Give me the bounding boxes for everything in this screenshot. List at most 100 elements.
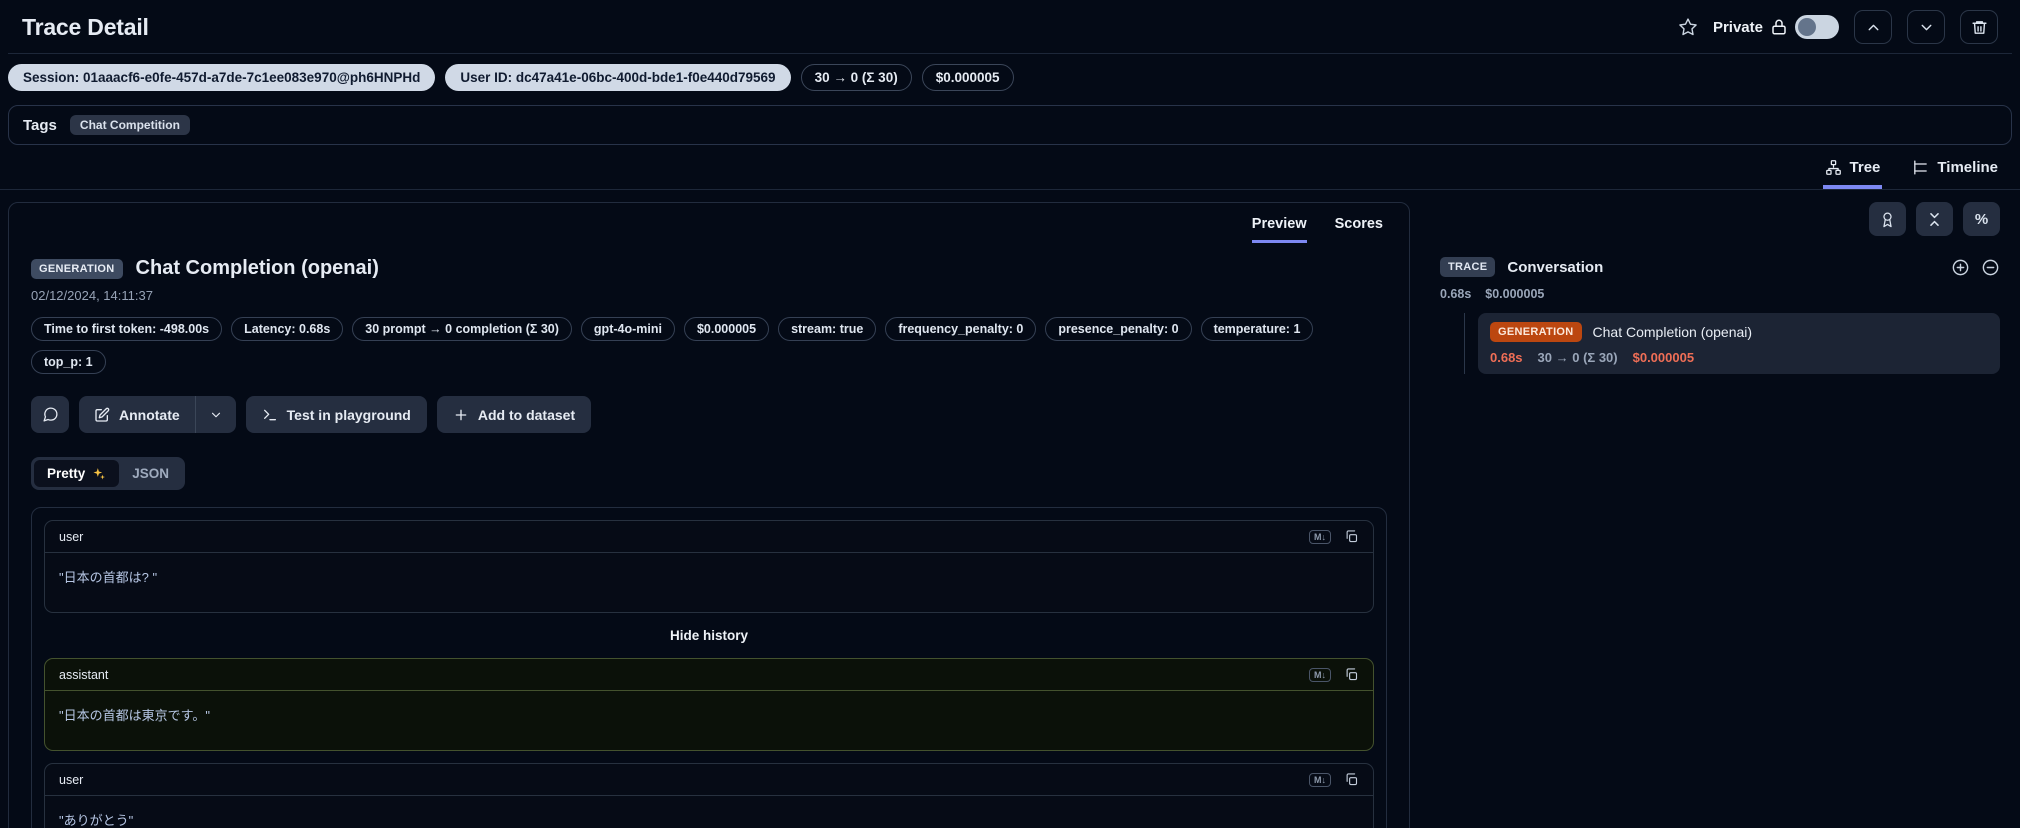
panel-tabs: Preview Scores: [9, 203, 1409, 243]
tab-timeline[interactable]: Timeline: [1910, 159, 2000, 189]
privacy-toggle[interactable]: [1795, 15, 1839, 39]
message-content: "日本の首都は東京です。": [59, 708, 210, 723]
test-in-playground-button[interactable]: Test in playground: [245, 396, 427, 433]
generation-type-badge: GENERATION: [31, 258, 123, 279]
messages-container: user M↓ "日本の首都は? " Hide history assistan…: [31, 507, 1387, 828]
node-tokens: 30 → 0 (Σ 30): [1537, 350, 1618, 365]
observation-panel: Preview Scores GENERATION Chat Completio…: [8, 202, 1410, 828]
metric-badge: top_p: 1: [31, 350, 106, 374]
message-user-1: user M↓ "日本の首都は? ": [44, 520, 1374, 613]
markdown-toggle-icon[interactable]: M↓: [1309, 772, 1331, 787]
bookmark-star-button[interactable]: [1678, 17, 1698, 37]
metric-badge: 30 prompt → 0 completion (Σ 30): [352, 317, 572, 341]
circle-minus-icon[interactable]: [1981, 258, 2000, 277]
trace-meta-row: Session: 01aaacf6-e0fe-457d-a7de-7c1ee08…: [0, 54, 2020, 101]
markdown-toggle-icon[interactable]: M↓: [1309, 529, 1331, 544]
next-trace-button[interactable]: [1907, 10, 1945, 44]
add-to-dataset-label: Add to dataset: [477, 406, 576, 423]
edit-icon: [95, 407, 110, 422]
page-header: Trace Detail Private: [0, 0, 2020, 53]
trace-type-badge: TRACE: [1440, 257, 1496, 277]
plus-icon: [455, 409, 467, 420]
annotate-button[interactable]: Annotate: [79, 396, 195, 433]
circle-plus-icon[interactable]: [1951, 258, 1970, 277]
message-assistant: assistant M↓ "日本の首都は東京です。": [44, 658, 1374, 751]
format-json-tab[interactable]: JSON: [119, 460, 182, 487]
message-header-icons: M↓: [1309, 529, 1359, 544]
privacy-control: Private: [1713, 15, 1839, 39]
copy-icon: [1346, 530, 1358, 543]
metric-badge: stream: true: [778, 317, 877, 341]
tab-preview[interactable]: Preview: [1251, 216, 1307, 243]
observation-body: GENERATION Chat Completion (openai) 02/1…: [9, 243, 1409, 828]
comment-icon: [42, 407, 58, 422]
show-scores-button[interactable]: [1869, 202, 1906, 236]
markdown-toggle-icon[interactable]: M↓: [1309, 667, 1331, 682]
copy-icon: [1346, 668, 1358, 681]
trace-cost: $0.000005: [1485, 287, 1545, 301]
metric-badge: $0.000005: [683, 317, 770, 341]
token-usage-badge: 30 → 0 (Σ 30): [800, 64, 912, 91]
award-icon: [1883, 211, 1892, 227]
metric-badge: gpt-4o-mini: [580, 317, 675, 341]
node-title-row: GENERATION Chat Completion (openai): [1490, 322, 1988, 342]
tree-icon: [1825, 160, 1841, 175]
metric-badge: temperature: 1: [1200, 317, 1314, 341]
message-role: user: [59, 772, 84, 787]
metric-badge: frequency_penalty: 0: [885, 317, 1037, 341]
observation-title-row: GENERATION Chat Completion (openai): [31, 257, 1387, 280]
observation-title: Chat Completion (openai): [135, 257, 379, 279]
generation-node-title: Chat Completion (openai): [1592, 324, 1753, 340]
tab-timeline-label: Timeline: [1937, 159, 1998, 176]
message-user-2: user M↓ "ありがとう": [44, 763, 1374, 828]
collapse-all-button[interactable]: [1916, 202, 1953, 236]
format-toggle: Pretty JSON: [31, 457, 186, 490]
tab-tree-label: Tree: [1849, 159, 1881, 176]
comments-button[interactable]: [31, 396, 69, 433]
metric-badge: presence_penalty: 0: [1045, 317, 1192, 341]
annotate-dropdown-button[interactable]: [194, 396, 236, 433]
show-percentages-button[interactable]: %: [1963, 202, 2000, 236]
chevron-down-icon: [211, 412, 220, 417]
trace-root-row[interactable]: TRACE Conversation: [1440, 257, 2000, 277]
trace-title: Conversation: [1507, 258, 1604, 276]
copy-button[interactable]: [1344, 772, 1359, 787]
observation-metric-badges: Time to first token: -498.00s Latency: 0…: [31, 317, 1376, 374]
delete-trace-button[interactable]: [1960, 10, 1998, 44]
copy-button[interactable]: [1344, 529, 1359, 544]
node-latency: 0.68s: [1490, 350, 1523, 365]
main-area: Preview Scores GENERATION Chat Completio…: [0, 190, 2020, 828]
trace-latency: 0.68s: [1440, 287, 1472, 301]
copy-icon: [1346, 773, 1358, 786]
tab-scores[interactable]: Scores: [1335, 216, 1383, 243]
toggle-knob: [1798, 18, 1816, 36]
metric-badge: Latency: 0.68s: [231, 317, 344, 341]
pretty-label: Pretty: [47, 466, 86, 481]
user-id-badge[interactable]: User ID: dc47a41e-06bc-400d-bde1-f0e440d…: [445, 64, 791, 91]
node-cost: $0.000005: [1632, 350, 1695, 365]
message-header: assistant M↓: [45, 659, 1373, 691]
message-content: "日本の首都は? ": [59, 570, 158, 585]
session-badge[interactable]: Session: 01aaacf6-e0fe-457d-a7de-7c1ee08…: [8, 64, 436, 91]
sparkles-icon: [93, 467, 106, 479]
metric-badge: Time to first token: -498.00s: [31, 317, 223, 341]
trash-icon: [1971, 20, 1987, 34]
message-role: user: [59, 529, 84, 544]
chevron-down-icon: [1921, 24, 1931, 30]
generation-node-selected[interactable]: GENERATION Chat Completion (openai) 0.68…: [1478, 313, 2000, 374]
previous-trace-button[interactable]: [1854, 10, 1892, 44]
tab-tree[interactable]: Tree: [1822, 159, 1883, 189]
message-header: user M↓: [45, 521, 1373, 553]
tag-chip[interactable]: Chat Competition: [69, 115, 190, 135]
format-pretty-tab[interactable]: Pretty: [34, 460, 120, 487]
privacy-label: Private: [1712, 18, 1763, 36]
generation-node-badge: GENERATION: [1490, 322, 1582, 342]
tags-container[interactable]: Tags Chat Competition: [8, 105, 2012, 145]
add-to-dataset-button[interactable]: Add to dataset: [436, 396, 592, 433]
page-title: Trace Detail: [22, 13, 149, 40]
copy-button[interactable]: [1344, 667, 1359, 682]
tree-children: GENERATION Chat Completion (openai) 0.68…: [1464, 313, 2000, 374]
hide-history-button[interactable]: Hide history: [44, 625, 1374, 646]
trace-tree-panel: % TRACE Conversation 0.68s $0.000005 GEN…: [1440, 202, 2012, 828]
observation-timestamp: 02/12/2024, 14:11:37: [31, 288, 153, 303]
